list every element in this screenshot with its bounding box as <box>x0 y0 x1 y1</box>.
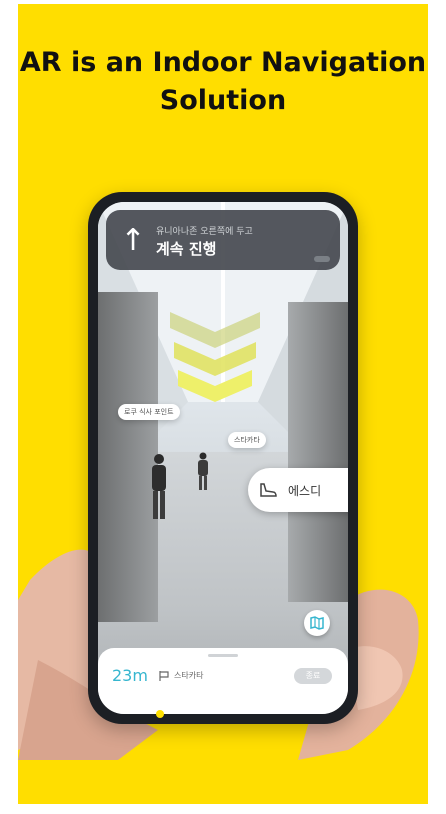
shoe-icon <box>260 483 277 497</box>
banner-indicator <box>314 256 330 262</box>
end-navigation-button[interactable]: 종료 <box>294 668 332 684</box>
ar-camera-view: ↑ 유니아나존 오른쪽에 두고 계속 진행 로쿠 식사 포인트 스타카타 에스디 <box>98 202 348 714</box>
shopper-figure <box>198 452 208 490</box>
bottom-sheet: 23m 스타카타 종료 <box>98 648 348 714</box>
navigation-banner: ↑ 유니아나존 오른쪽에 두고 계속 진행 <box>106 210 340 270</box>
store-sign-left-text: 로쿠 식사 포인트 <box>124 408 174 416</box>
sheet-handle[interactable] <box>208 654 238 657</box>
banner-subtitle: 유니아나존 오른쪽에 두고 <box>156 227 253 237</box>
store-sign-left: 로쿠 식사 포인트 <box>118 404 180 420</box>
destination-label: 스타카타 <box>174 671 204 680</box>
poi-bubble[interactable]: 에스디 <box>248 468 348 512</box>
map-button[interactable] <box>304 610 330 636</box>
direction-chevrons <box>170 312 260 402</box>
smartphone: ↑ 유니아나존 오른쪽에 두고 계속 진행 로쿠 식사 포인트 스타카타 에스디 <box>88 192 358 724</box>
poi-label: 에스디 <box>288 484 322 498</box>
right-storefront <box>288 302 348 602</box>
title-line-2: Solution <box>159 85 287 116</box>
shopper-figure <box>152 454 166 519</box>
arrow-up-icon: ↑ <box>120 223 146 258</box>
remaining-distance: 23m <box>112 666 148 685</box>
title-line-1: AR is an Indoor Navigation <box>19 47 427 78</box>
poster-title: AR is an Indoor Navigation Solution <box>18 44 428 120</box>
map-icon <box>310 616 324 630</box>
banner-instruction: 계속 진행 <box>156 240 217 258</box>
phone-indicator-light <box>156 710 164 718</box>
flag-icon <box>159 671 169 681</box>
store-sign-right-text: 스타카타 <box>234 436 260 444</box>
store-sign-right: 스타카타 <box>228 432 266 448</box>
